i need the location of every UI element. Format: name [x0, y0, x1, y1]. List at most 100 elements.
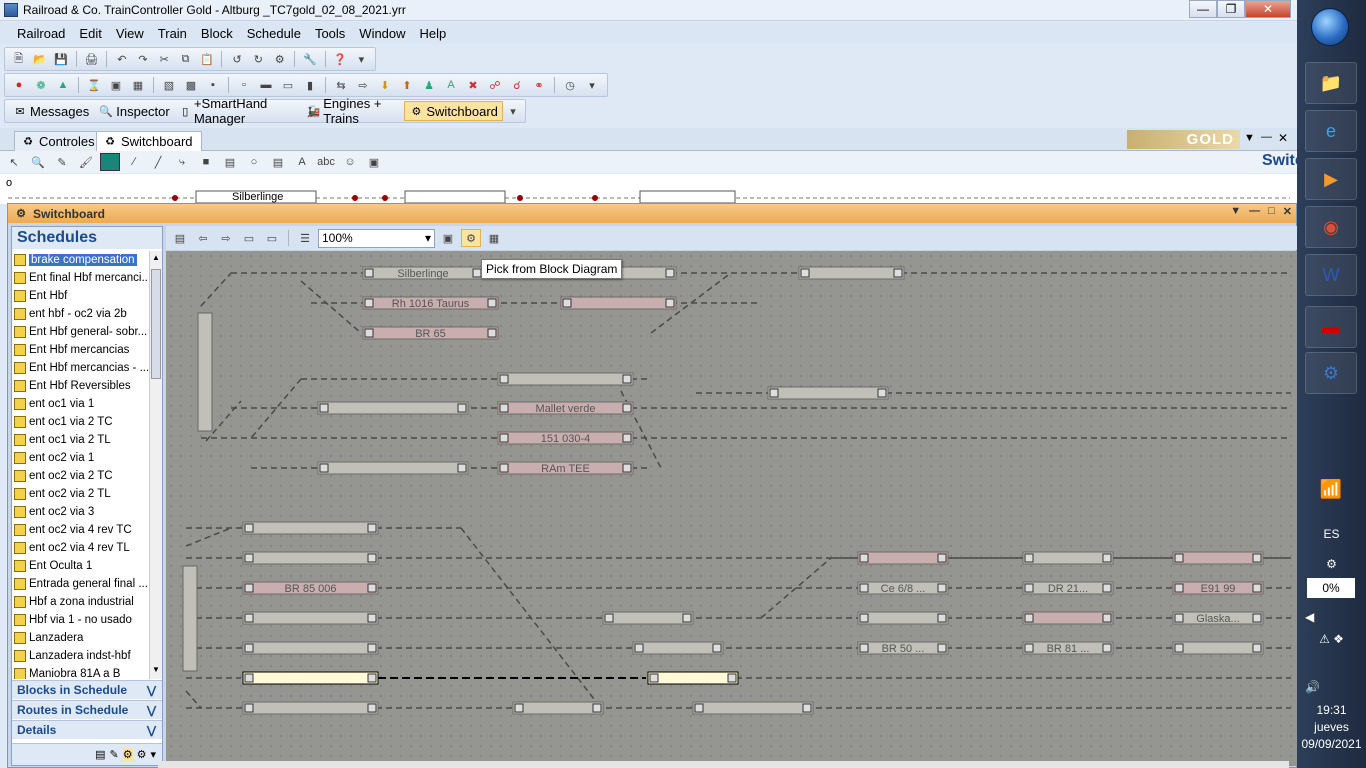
network-icon[interactable]: 📶 [1305, 468, 1357, 510]
image-icon[interactable]: ▣ [364, 153, 384, 171]
schedule-list-item[interactable]: Hbf via 1 - no usado [12, 611, 148, 629]
paste-icon[interactable]: 📋 [197, 50, 216, 68]
pick-block-diagram-button[interactable]: ⚙ [461, 229, 481, 247]
toolbar-options-icon[interactable]: ▾ [352, 50, 371, 68]
new-file-icon[interactable]: 🗎 [9, 50, 28, 68]
print-diagram-icon[interactable]: ▤ [170, 229, 190, 247]
menu-tools[interactable]: Tools [308, 26, 352, 41]
rotate-left-icon[interactable]: ↺ [227, 50, 246, 68]
route-draw-icon[interactable]: ▤ [268, 153, 288, 171]
forward-icon[interactable]: ⇨ [216, 229, 236, 247]
tray-icons[interactable]: ⚠ ❖ [1297, 632, 1366, 646]
train-controller-icon[interactable]: ⚙ [1305, 352, 1357, 394]
schedules-scrollbar[interactable]: ▲ ▼ [149, 251, 162, 679]
print-icon[interactable]: 🖨 [82, 50, 101, 68]
media-player-icon[interactable]: ▶ [1305, 158, 1357, 200]
tray-expand-icon[interactable]: ◀ [1297, 610, 1366, 624]
window-small-icon[interactable]: ▭ [239, 229, 259, 247]
track-draw-icon[interactable]: ╱ [148, 153, 168, 171]
power-icon[interactable]: ⚙ [1297, 557, 1366, 571]
diagram-tree-icon[interactable]: ☰ [295, 229, 315, 247]
toolbar3-options-icon[interactable]: ▾ [505, 102, 521, 120]
schedule-list-item[interactable]: ent oc2 via 4 rev TC [12, 521, 148, 539]
menu-help[interactable]: Help [413, 26, 454, 41]
properties-icon[interactable]: ⚙ [270, 50, 289, 68]
schedule-list-item[interactable]: Ent Hbf Reversibles [12, 377, 148, 395]
tab-controles[interactable]: ♻ Controles [14, 131, 104, 151]
pencil-tool-icon[interactable]: ✎ [110, 748, 119, 761]
scroll-thumb[interactable] [151, 269, 161, 379]
schedule-list-item[interactable]: ent oc2 via 4 rev TL [12, 539, 148, 557]
open-folder-icon[interactable]: 📂 [30, 50, 49, 68]
language-indicator[interactable]: ES [1297, 527, 1366, 541]
schedule-list-item[interactable]: Hbf a zona industrial [12, 593, 148, 611]
undo-icon[interactable]: ↶ [112, 50, 131, 68]
down-arrow-icon[interactable]: ⬇ [375, 76, 395, 94]
go-icon[interactable]: ▲ [53, 76, 73, 94]
zoom-search-icon[interactable]: 🔍 [28, 153, 48, 171]
link-icon[interactable]: ☍ [485, 76, 505, 94]
tools-icon[interactable]: 🔧 [300, 50, 319, 68]
schedule-list-item[interactable]: Ent final Hbf mercanci... [12, 269, 148, 287]
signal-icon[interactable]: ▧ [159, 76, 179, 94]
sb-dropdown-icon[interactable]: ▼ [1230, 205, 1241, 218]
schedule-icon[interactable]: ▮ [300, 76, 320, 94]
folder-icon[interactable]: 📁 [1305, 62, 1357, 104]
menu-block[interactable]: Block [194, 26, 240, 41]
minimize-button[interactable]: — [1189, 0, 1217, 18]
rotate-right-icon[interactable]: ↻ [249, 50, 268, 68]
track-icon[interactable]: ▭ [278, 76, 298, 94]
line-icon[interactable]: ∕ [124, 153, 144, 171]
controller-icon[interactable]: ▦ [128, 76, 148, 94]
gear-run-icon[interactable]: ❁ [31, 76, 51, 94]
toolbar2-options-icon[interactable]: ▾ [582, 76, 602, 94]
schedule-list-item[interactable]: Ent Hbf mercancias - ... [12, 359, 148, 377]
contact-draw-icon[interactable]: ○ [244, 153, 264, 171]
train-icon[interactable]: ▬ [256, 76, 276, 94]
sb-minimize-icon[interactable]: — [1249, 205, 1260, 218]
route-tool-icon[interactable]: ⚙ [137, 748, 147, 761]
schedule-list-item[interactable]: Ent Hbf mercancias [12, 341, 148, 359]
clock-icon[interactable]: ◷ [560, 76, 580, 94]
schedule-list-item[interactable]: Ent Hbf general- sobr... [12, 323, 148, 341]
stop-icon[interactable]: ● [9, 76, 29, 94]
text-icon[interactable]: A [441, 76, 461, 94]
up-arrow-icon[interactable]: ⬆ [397, 76, 417, 94]
volume-icon[interactable]: 🔊 [1297, 680, 1366, 694]
person-icon[interactable]: ♟ [419, 76, 439, 94]
clock-time[interactable]: 19:31 [1297, 703, 1366, 717]
schedule-list-item[interactable]: brake compensation [12, 251, 148, 269]
block-icon[interactable]: ▫ [234, 76, 254, 94]
copy-icon[interactable]: ⧉ [176, 50, 195, 68]
smiley-icon[interactable]: ☺ [340, 153, 360, 171]
hourglass-icon[interactable]: ⌛ [84, 76, 104, 94]
schedule-list-item[interactable]: ent oc2 via 3 [12, 503, 148, 521]
schedule-list-item[interactable]: ent oc1 via 2 TL [12, 431, 148, 449]
switchboard-button[interactable]: ⚙ Switchboard [404, 101, 503, 121]
schedule-list-item[interactable]: ent oc1 via 2 TC [12, 413, 148, 431]
schedule-list-item[interactable]: ent hbf - oc2 via 2b [12, 305, 148, 323]
schedule-list-item[interactable]: ent oc2 via 2 TL [12, 485, 148, 503]
save-icon[interactable]: 💾 [52, 50, 71, 68]
route-icon[interactable]: ▪ [203, 76, 223, 94]
delete-icon[interactable]: ✖ [463, 76, 483, 94]
arrow-right-icon[interactable]: ⇨ [353, 76, 373, 94]
brush-icon[interactable]: 🖌 [76, 153, 96, 171]
arrow-left-right-icon[interactable]: ⇆ [331, 76, 351, 94]
details-section[interactable]: Details ⋁ [12, 720, 162, 739]
block-tool-icon[interactable]: ▤ [95, 748, 105, 761]
diagram-hscrollbar[interactable] [158, 761, 1289, 768]
menu-railroad[interactable]: Railroad [10, 26, 72, 41]
sb-maximize-icon[interactable]: □ [1268, 205, 1275, 218]
marklin-icon[interactable]: ▬ [1305, 306, 1357, 348]
tab-minimize-icon[interactable]: — [1261, 131, 1272, 143]
zoom-select[interactable]: 100% ▾ [318, 228, 435, 248]
internet-explorer-icon[interactable]: e [1305, 110, 1357, 152]
signal-draw-icon[interactable]: ■ [196, 153, 216, 171]
start-button[interactable] [1311, 8, 1349, 46]
menu-view[interactable]: View [109, 26, 151, 41]
label-draw-icon[interactable]: abc [316, 153, 336, 171]
menu-schedule[interactable]: Schedule [240, 26, 308, 41]
schedule-list-item[interactable]: Maniobra 81A a B [12, 665, 148, 679]
pencil-icon[interactable]: ✎ [52, 153, 72, 171]
